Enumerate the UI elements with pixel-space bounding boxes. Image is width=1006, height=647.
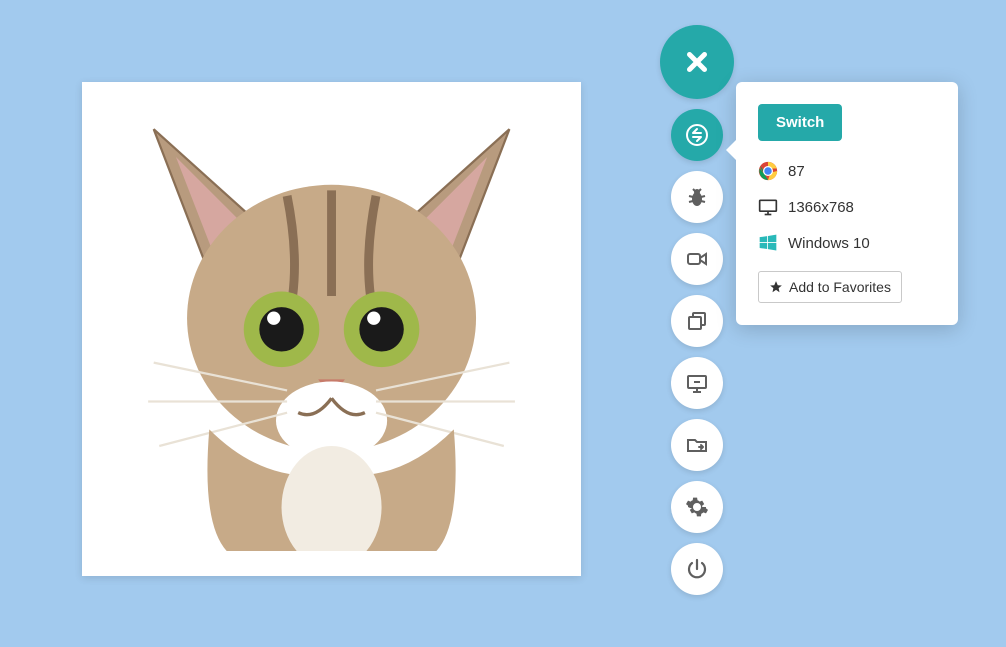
add-to-favorites-button[interactable]: Add to Favorites: [758, 271, 902, 303]
files-button[interactable]: [671, 419, 723, 471]
close-button[interactable]: [660, 25, 734, 99]
resolution-info-row: 1366x768: [758, 189, 936, 225]
record-video-button[interactable]: [671, 233, 723, 285]
chrome-icon: [758, 161, 778, 181]
gear-icon: [685, 495, 709, 519]
layers-icon: [685, 309, 709, 333]
windows-icon: [758, 233, 778, 253]
vertical-toolbar: [660, 25, 734, 595]
screenshot-button[interactable]: [671, 295, 723, 347]
report-bug-button[interactable]: [671, 171, 723, 223]
os-label: Windows 10: [788, 235, 870, 252]
session-popover: Switch 87 1366x768: [736, 82, 958, 325]
browser-version-label: 87: [788, 163, 805, 180]
bug-icon: [685, 185, 709, 209]
screen-resolution-icon: [685, 371, 709, 395]
resolution-button[interactable]: [671, 357, 723, 409]
browser-info-row: 87: [758, 153, 936, 189]
swap-icon: [685, 123, 709, 147]
folder-icon: [685, 433, 709, 457]
resolution-label: 1366x768: [788, 199, 854, 216]
os-info-row: Windows 10: [758, 225, 936, 261]
preview-image: [82, 82, 581, 576]
star-icon: [769, 280, 783, 294]
favorites-label: Add to Favorites: [789, 279, 891, 295]
cat-placeholder-image: [107, 107, 556, 552]
stop-session-button[interactable]: [671, 543, 723, 595]
monitor-icon: [758, 197, 778, 217]
power-icon: [685, 557, 709, 581]
switch-button[interactable]: Switch: [758, 104, 842, 141]
settings-button[interactable]: [671, 481, 723, 533]
video-icon: [685, 247, 709, 271]
preview-frame: [82, 82, 581, 576]
switch-session-button[interactable]: [671, 109, 723, 161]
close-icon: [682, 47, 712, 77]
